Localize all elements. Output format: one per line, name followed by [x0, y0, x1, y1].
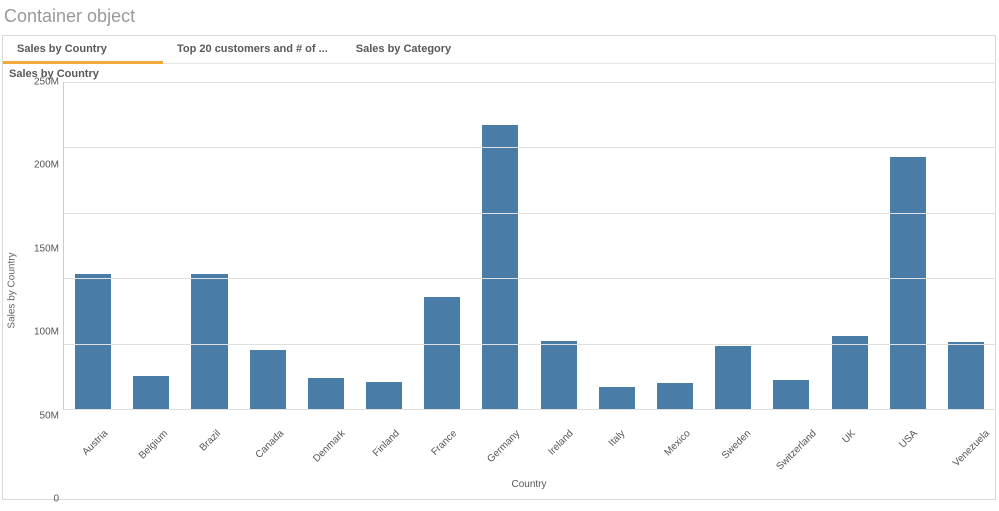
bar-slot: [820, 82, 878, 409]
bar-ireland[interactable]: [541, 341, 577, 409]
chart-title: Sales by Country: [3, 64, 995, 82]
y-tick: 100M: [34, 327, 59, 338]
grid-line: [64, 147, 995, 148]
bar-austria[interactable]: [75, 274, 111, 409]
bar-finland[interactable]: [366, 382, 402, 409]
y-axis: 050M100M150M200M250M: [21, 82, 63, 499]
y-axis-label: Sales by Country: [7, 252, 18, 328]
bar-uk[interactable]: [832, 336, 868, 409]
plot-wrap: AustriaBelgiumBrazilCanadaDenmarkFinland…: [63, 82, 995, 499]
bar-slot: [471, 82, 529, 409]
bar-sweden[interactable]: [715, 346, 751, 409]
tab-bar: Sales by CountryTop 20 customers and # o…: [3, 36, 995, 64]
bar-denmark[interactable]: [308, 378, 344, 409]
bar-slot: [64, 82, 122, 409]
bar-slot: [180, 82, 238, 409]
bar-slot: [297, 82, 355, 409]
grid-line: [64, 82, 995, 83]
page-title: Container object: [0, 0, 999, 35]
container-object: Sales by CountryTop 20 customers and # o…: [2, 35, 996, 500]
bar-slot: [704, 82, 762, 409]
tab-2[interactable]: Sales by Category: [342, 36, 502, 63]
bar-slot: [122, 82, 180, 409]
grid-line: [64, 213, 995, 214]
bar-slot: [937, 82, 995, 409]
y-tick: 0: [53, 494, 59, 505]
bar-germany[interactable]: [482, 125, 518, 409]
y-tick: 200M: [34, 160, 59, 171]
y-tick: 250M: [34, 77, 59, 88]
bar-venezuela[interactable]: [948, 342, 984, 409]
bar-italy[interactable]: [599, 387, 635, 409]
bar-usa[interactable]: [890, 157, 926, 409]
chart-area: Sales by Country 050M100M150M200M250M Au…: [3, 82, 995, 499]
bars-container: [64, 82, 995, 409]
tab-1[interactable]: Top 20 customers and # of ...: [163, 36, 342, 63]
bar-canada[interactable]: [250, 350, 286, 409]
plot: [63, 82, 995, 409]
bar-brazil[interactable]: [191, 274, 227, 409]
bar-mexico[interactable]: [657, 383, 693, 409]
bar-slot: [762, 82, 820, 409]
bar-france[interactable]: [424, 297, 460, 409]
bar-slot: [355, 82, 413, 409]
y-tick: 150M: [34, 243, 59, 254]
bar-belgium[interactable]: [133, 376, 169, 409]
bar-slot: [239, 82, 297, 409]
grid-line: [64, 344, 995, 345]
bar-slot: [879, 82, 937, 409]
tab-0[interactable]: Sales by Country: [3, 36, 163, 63]
x-axis: AustriaBelgiumBrazilCanadaDenmarkFinland…: [63, 409, 995, 479]
bar-slot: [588, 82, 646, 409]
y-tick: 50M: [40, 410, 59, 421]
y-axis-label-wrap: Sales by Country: [3, 82, 21, 499]
grid-line: [64, 278, 995, 279]
bar-slot: [413, 82, 471, 409]
bar-slot: [646, 82, 704, 409]
bar-slot: [530, 82, 588, 409]
bar-switzerland[interactable]: [773, 380, 809, 409]
x-tick: Austria: [63, 410, 121, 479]
grid-line: [64, 409, 995, 410]
